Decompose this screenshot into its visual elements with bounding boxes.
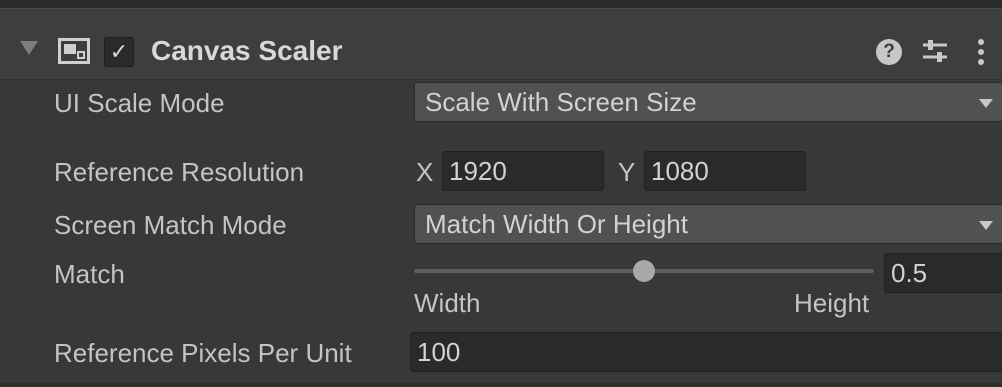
context-menu-icon[interactable] [976, 37, 986, 67]
ui-scale-mode-label: UI Scale Mode [54, 88, 225, 118]
reference-resolution-label: Reference Resolution [54, 157, 305, 187]
top-divider [0, 0, 1002, 8]
screen-match-mode-label: Screen Match Mode [54, 210, 287, 240]
reference-pixels-per-unit-value: 100 [417, 337, 461, 367]
resolution-x-field[interactable]: 1920 [442, 151, 604, 191]
chevron-down-icon [979, 99, 993, 108]
match-label: Match [54, 259, 125, 289]
presets-icon[interactable] [920, 37, 950, 67]
ui-scale-mode-dropdown[interactable]: Scale With Screen Size [414, 82, 1002, 122]
component-title: Canvas Scaler [151, 35, 343, 66]
ui-scale-mode-value: Scale With Screen Size [425, 87, 697, 117]
resolution-x-value: 1920 [449, 156, 507, 186]
component-enabled-checkbox[interactable]: ✓ [104, 37, 134, 67]
resolution-y-field[interactable]: 1080 [644, 151, 806, 191]
check-icon: ✓ [109, 39, 129, 64]
help-icon[interactable]: ? [876, 39, 902, 65]
reference-pixels-per-unit-field[interactable]: 100 [410, 332, 1002, 372]
match-slider-thumb[interactable] [633, 260, 655, 282]
match-min-label: Width [414, 288, 481, 318]
match-max-label: Height [794, 288, 870, 318]
chevron-down-icon [979, 221, 993, 230]
screen-match-mode-value: Match Width Or Height [425, 209, 688, 239]
resolution-x-label[interactable]: X [416, 157, 433, 188]
component-header[interactable]: ✓ Canvas Scaler ? [0, 8, 1002, 80]
canvas-scaler-inspector: ✓ Canvas Scaler ? UI Scale Mode Scale Wi… [0, 0, 1002, 387]
match-value-field[interactable]: 0.5 [884, 253, 1002, 293]
bottom-divider [0, 383, 1002, 387]
resolution-y-value: 1080 [651, 156, 709, 186]
resolution-y-label[interactable]: Y [618, 157, 635, 188]
match-value: 0.5 [891, 258, 928, 288]
canvas-scaler-component-icon [58, 38, 90, 64]
foldout-arrow-icon[interactable] [20, 41, 38, 55]
reference-pixels-per-unit-label: Reference Pixels Per Unit [54, 338, 352, 368]
screen-match-mode-dropdown[interactable]: Match Width Or Height [414, 204, 1002, 244]
